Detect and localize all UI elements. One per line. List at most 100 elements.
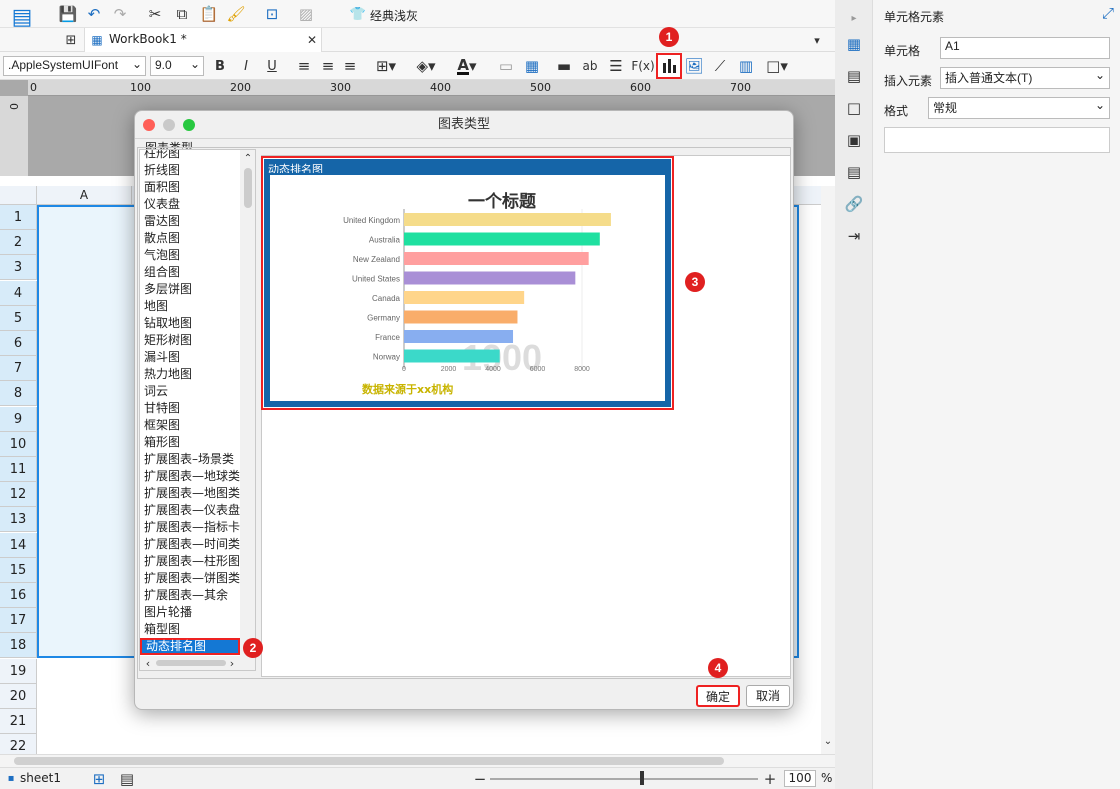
close-tab-icon[interactable]: ✕: [305, 30, 319, 50]
chart-type-item[interactable]: 组合图: [140, 264, 240, 281]
row-header[interactable]: 5: [0, 305, 37, 331]
row-header[interactable]: 13: [0, 507, 37, 533]
corner-cell[interactable]: [0, 186, 37, 205]
scrollbar-thumb[interactable]: [14, 757, 724, 765]
paste-icon[interactable]: 📋: [199, 4, 219, 24]
chart-type-item[interactable]: 柱形图: [140, 150, 240, 162]
underline-icon[interactable]: U: [262, 56, 282, 76]
row-header[interactable]: 14: [0, 532, 37, 558]
cell-attribute-icon[interactable]: ▤: [844, 66, 864, 86]
align-left-icon[interactable]: ≡: [294, 56, 314, 76]
align-right-icon[interactable]: ≡: [340, 56, 360, 76]
row-header[interactable]: 18: [0, 633, 37, 659]
zoom-slider-handle[interactable]: [640, 771, 644, 785]
cell-input[interactable]: A1: [940, 37, 1110, 59]
chart-type-item[interactable]: 词云: [140, 383, 240, 400]
slash-icon[interactable]: ⟋: [710, 56, 730, 76]
row-header[interactable]: 11: [0, 457, 37, 482]
insert-element-select[interactable]: 插入普通文本(T) ⌄: [940, 67, 1110, 89]
chart-type-item[interactable]: 仪表盘: [140, 196, 240, 213]
row-header[interactable]: 7: [0, 356, 37, 382]
chart-type-item[interactable]: 扩展图表—指标卡: [140, 519, 240, 536]
chart-type-item[interactable]: 面积图: [140, 179, 240, 196]
format-painter-icon[interactable]: 🖌: [226, 4, 246, 24]
chart-type-item[interactable]: 气泡图: [140, 247, 240, 264]
chart-type-list[interactable]: 柱形图 折线图 面积图 仪表盘 雷达图 散点图 气泡图 组合图 多层饼图 地图 钻取地图 矩形树图 漏斗…: [139, 149, 256, 671]
insert-chart-button[interactable]: [656, 53, 682, 79]
chart-type-item[interactable]: 地图: [140, 298, 240, 315]
row-header[interactable]: 9: [0, 406, 37, 432]
clear-icon[interactable]: ▭: [496, 56, 516, 76]
list-hscrollbar[interactable]: ‹ ›: [140, 656, 255, 670]
redo-icon[interactable]: ↷: [110, 4, 130, 24]
chevron-left-icon[interactable]: ‹: [142, 656, 154, 670]
border-icon[interactable]: ⊞▾: [372, 56, 400, 76]
text-frame-icon[interactable]: ⊡: [262, 4, 282, 24]
tab-workbook1[interactable]: ▦ WorkBook1 * ✕: [84, 28, 322, 52]
maximize-window-icon[interactable]: [183, 119, 195, 131]
cut-icon[interactable]: ✂: [145, 4, 165, 24]
row-header[interactable]: 20: [0, 683, 37, 709]
row-header[interactable]: 17: [0, 608, 37, 634]
chart-type-item[interactable]: 扩展图表—饼图类: [140, 570, 240, 587]
chart-preview-card[interactable]: 动态排名图 1900 一个标题 United Kingdom Australia New…: [264, 159, 671, 407]
chart-type-item[interactable]: 扩展图表—地球类: [140, 468, 240, 485]
chart-type-item[interactable]: 折线图: [140, 162, 240, 179]
filter-icon[interactable]: ▤: [844, 162, 864, 182]
font-size-select[interactable]: 9.0 ⌄: [150, 56, 204, 76]
grid-icon[interactable]: ⊞: [62, 30, 80, 50]
copy-icon[interactable]: ⧉: [172, 4, 192, 24]
row-header[interactable]: 4: [0, 280, 37, 306]
chart-type-item[interactable]: 图片轮播: [140, 604, 240, 621]
chart-type-item[interactable]: 钻取地图: [140, 315, 240, 332]
chart-type-item[interactable]: 多层饼图: [140, 281, 240, 298]
row-header[interactable]: 10: [0, 431, 37, 457]
preview-highlight[interactable]: 动态排名图 1900 一个标题 United Kingdom Australia New…: [261, 156, 674, 410]
theme-icon[interactable]: 👕: [350, 4, 366, 24]
row-header[interactable]: 16: [0, 583, 37, 608]
style-select[interactable]: 常规 ⌄: [928, 97, 1110, 119]
chevron-up-icon[interactable]: ⌃: [240, 152, 255, 164]
tab-menu-icon[interactable]: ▾: [808, 30, 826, 50]
app-logo-icon[interactable]: ▤: [8, 4, 36, 30]
chevron-right-icon[interactable]: ›: [226, 656, 238, 670]
zoom-in-icon[interactable]: +: [762, 770, 778, 788]
image-icon[interactable]: 🖼: [684, 56, 704, 76]
merge-icon[interactable]: ▬: [554, 56, 574, 76]
chart-type-item[interactable]: 箱形图: [140, 434, 240, 451]
close-window-icon[interactable]: [143, 119, 155, 131]
chart-type-item-selected[interactable]: 动态排名图: [140, 638, 240, 655]
wrap-text-icon[interactable]: ab: [580, 56, 600, 76]
chevron-down-icon[interactable]: ⌄: [821, 734, 835, 748]
chart-type-item[interactable]: 热力地图: [140, 366, 240, 383]
row-header[interactable]: 12: [0, 482, 37, 508]
cancel-button[interactable]: 取消: [746, 685, 790, 707]
font-color-icon[interactable]: A ▾: [450, 56, 484, 76]
expand-icon[interactable]: ▸: [844, 10, 864, 26]
row-header[interactable]: 8: [0, 381, 37, 407]
chart-type-item[interactable]: 扩展图表—地图类: [140, 485, 240, 502]
table-icon[interactable]: ▦: [522, 56, 542, 76]
row-header[interactable]: 21: [0, 709, 37, 734]
theme-label[interactable]: 经典浅灰: [370, 7, 418, 24]
link-icon[interactable]: 🔗: [844, 194, 864, 214]
pin-icon[interactable]: ⤢: [1100, 4, 1116, 22]
add-sheet-icon[interactable]: ⊞: [88, 770, 110, 788]
save-icon[interactable]: 💾: [58, 4, 78, 24]
widget-icon[interactable]: □: [844, 98, 864, 118]
chart-type-item[interactable]: 雷达图: [140, 213, 240, 230]
condition-icon[interactable]: ▣: [844, 130, 864, 150]
chart-type-item[interactable]: 框架图: [140, 417, 240, 434]
chart-type-item[interactable]: 矩形树图: [140, 332, 240, 349]
list-scrollbar[interactable]: ⌃: [240, 150, 255, 658]
content-field[interactable]: [884, 127, 1110, 153]
chart-type-item[interactable]: 箱型图: [140, 621, 240, 638]
frame-icon[interactable]: □▾: [762, 56, 792, 76]
list-scrollbar-thumb[interactable]: [244, 168, 252, 208]
zoom-out-icon[interactable]: −: [472, 770, 488, 788]
import-icon[interactable]: ⇥: [844, 226, 864, 246]
row-header[interactable]: 1: [0, 205, 37, 230]
bold-icon[interactable]: B: [210, 56, 230, 76]
chart-type-item[interactable]: 扩展图表—柱形图: [140, 553, 240, 570]
column-header-a[interactable]: A: [37, 186, 132, 205]
